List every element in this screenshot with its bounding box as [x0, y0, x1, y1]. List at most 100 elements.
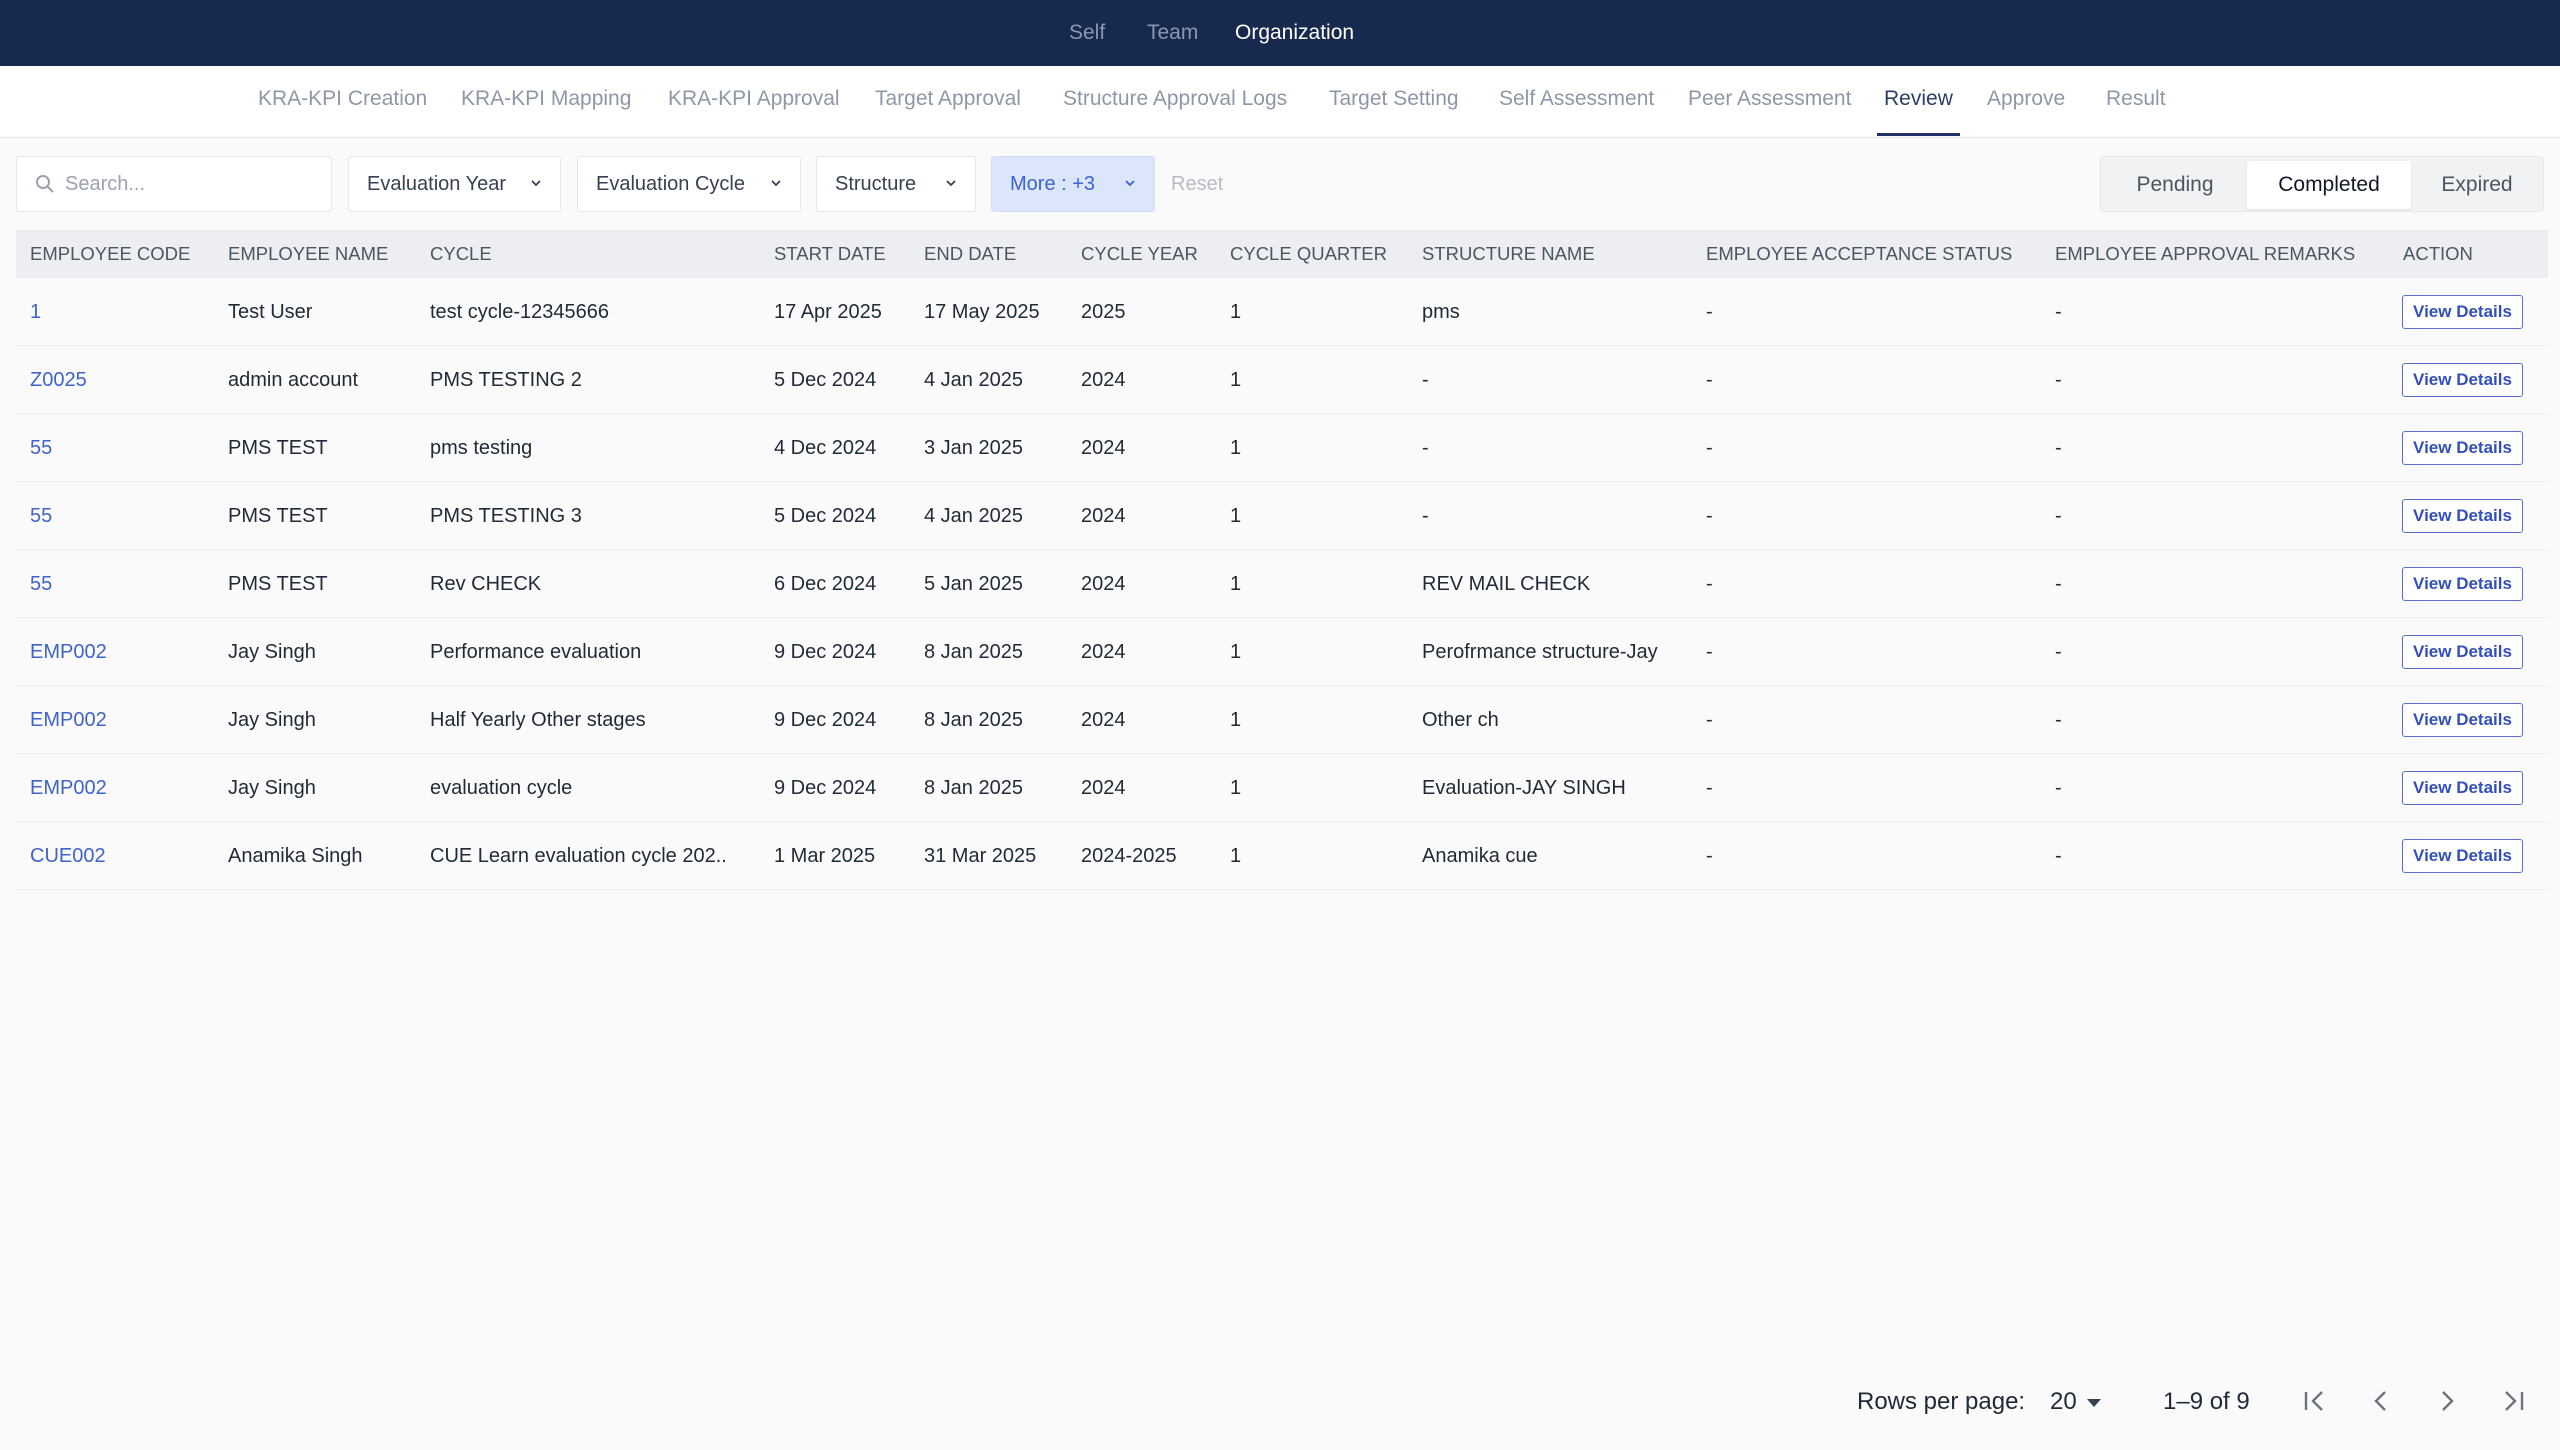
tab-target-approval[interactable]: Target Approval [875, 66, 1021, 138]
start-date: 9 Dec 2024 [774, 777, 877, 799]
last-page-icon[interactable] [2496, 1384, 2530, 1418]
tab-kra-kpi-approval[interactable]: KRA-KPI Approval [668, 66, 840, 138]
tab-self-assessment[interactable]: Self Assessment [1499, 66, 1654, 138]
column-header: EMPLOYEE ACCEPTANCE STATUS [1706, 243, 2013, 264]
acceptance-status: - [1706, 777, 1713, 799]
cycle-quarter: 1 [1230, 369, 1242, 391]
end-date: 3 Jan 2025 [924, 437, 1023, 459]
structure-name: Other ch [1422, 709, 1499, 731]
approval-remarks: - [2055, 437, 2062, 459]
tab-target-setting[interactable]: Target Setting [1329, 66, 1459, 138]
view-details-button[interactable]: View Details [2402, 567, 2523, 601]
column-header: CYCLE YEAR [1081, 243, 1198, 264]
view-details-button[interactable]: View Details [2402, 295, 2523, 329]
acceptance-status: - [1706, 573, 1713, 595]
evaluation-year-dropdown[interactable]: Evaluation Year [348, 156, 561, 212]
view-details-button[interactable]: View Details [2402, 771, 2523, 805]
start-date: 9 Dec 2024 [774, 709, 877, 731]
cycle: test cycle-12345666 [430, 301, 610, 323]
next-page-icon[interactable] [2430, 1384, 2464, 1418]
evaluation-cycle-dropdown[interactable]: Evaluation Cycle [577, 156, 801, 212]
view-details-button[interactable]: View Details [2402, 635, 2523, 669]
acceptance-status: - [1706, 505, 1713, 527]
end-date: 8 Jan 2025 [924, 641, 1023, 663]
tab-structure-approval-logs[interactable]: Structure Approval Logs [1063, 66, 1287, 138]
employee-code-link[interactable]: CUE002 [30, 822, 106, 890]
column-header: END DATE [924, 243, 1017, 264]
column-header: CYCLE QUARTER [1230, 243, 1387, 264]
end-date: 31 Mar 2025 [924, 845, 1037, 867]
approval-remarks: - [2055, 369, 2062, 391]
structure-name: - [1422, 369, 1429, 391]
employee-code-link[interactable]: 55 [30, 550, 52, 618]
status-tab-pending[interactable]: Pending [2105, 161, 2245, 209]
rows-per-page-label: Rows per page: [1857, 1388, 2026, 1415]
cycle-quarter: 1 [1230, 845, 1242, 867]
start-date: 4 Dec 2024 [774, 437, 877, 459]
end-date: 4 Jan 2025 [924, 505, 1023, 527]
cycle: Performance evaluation [430, 641, 642, 663]
tab-review[interactable]: Review [1877, 66, 1960, 138]
cycle-year: 2024 [1081, 369, 1126, 391]
top-nav-organization[interactable]: Organization [1235, 21, 1354, 45]
cycle-quarter: 1 [1230, 505, 1242, 527]
more-filters-dropdown[interactable]: More : +3 [991, 156, 1155, 212]
top-nav-self[interactable]: Self [1069, 21, 1105, 45]
reset-button[interactable]: Reset [1171, 156, 1223, 212]
cycle-year: 2024 [1081, 641, 1126, 663]
tab-kra-kpi-creation[interactable]: KRA-KPI Creation [258, 66, 427, 138]
employee-name: Test User [228, 301, 313, 323]
column-header: EMPLOYEE NAME [228, 243, 389, 264]
employee-name: Jay Singh [228, 777, 316, 799]
tab-kra-kpi-mapping[interactable]: KRA-KPI Mapping [461, 66, 631, 138]
structure-name: Perofrmance structure-Jay [1422, 641, 1658, 663]
approval-remarks: - [2055, 573, 2062, 595]
employee-code-link[interactable]: 55 [30, 482, 52, 550]
search-box[interactable]: Search... [16, 156, 332, 212]
employee-name: PMS TEST [228, 573, 328, 595]
cycle: pms testing [430, 437, 533, 459]
top-nav-bar: Self Team Organization [0, 0, 2560, 66]
view-details-button[interactable]: View Details [2402, 703, 2523, 737]
view-details-button[interactable]: View Details [2402, 431, 2523, 465]
chevron-down-icon [771, 180, 781, 187]
end-date: 17 May 2025 [924, 301, 1040, 323]
chevron-down-icon [1125, 180, 1135, 187]
cycle: evaluation cycle [430, 777, 573, 799]
evaluation-year-label: Evaluation Year [367, 172, 507, 195]
rows-per-page-select[interactable]: 20 [2050, 1382, 2101, 1422]
employee-code-link[interactable]: Z0025 [30, 346, 87, 414]
view-details-button[interactable]: View Details [2402, 839, 2523, 873]
end-date: 8 Jan 2025 [924, 709, 1023, 731]
view-details-button[interactable]: View Details [2402, 363, 2523, 397]
chevron-down-icon [946, 180, 956, 187]
first-page-icon[interactable] [2298, 1384, 2332, 1418]
status-tab-expired[interactable]: Expired [2413, 161, 2541, 209]
status-tabs: Pending Completed Expired [2100, 156, 2544, 212]
column-header: EMPLOYEE CODE [30, 243, 191, 264]
employee-code-link[interactable]: EMP002 [30, 618, 107, 686]
cycle-year: 2024 [1081, 437, 1126, 459]
view-details-button[interactable]: View Details [2402, 499, 2523, 533]
status-tab-completed[interactable]: Completed [2247, 161, 2411, 209]
acceptance-status: - [1706, 437, 1713, 459]
module-tabs: KRA-KPI Creation KRA-KPI Mapping KRA-KPI… [0, 66, 2560, 138]
acceptance-status: - [1706, 301, 1713, 323]
employee-code-link[interactable]: EMP002 [30, 754, 107, 822]
structure-name: - [1422, 505, 1429, 527]
top-nav: Self Team Organization [0, 0, 2560, 66]
top-nav-team[interactable]: Team [1147, 21, 1198, 45]
structure-dropdown[interactable]: Structure [816, 156, 976, 212]
employee-code-link[interactable]: 1 [30, 278, 41, 346]
tab-result[interactable]: Result [2106, 66, 2166, 138]
previous-page-icon[interactable] [2364, 1384, 2398, 1418]
tab-peer-assessment[interactable]: Peer Assessment [1688, 66, 1851, 138]
employee-code-link[interactable]: EMP002 [30, 686, 107, 754]
cycle: PMS TESTING 3 [430, 505, 582, 527]
column-header: EMPLOYEE APPROVAL REMARKS [2055, 243, 2356, 264]
structure-name: - [1422, 437, 1429, 459]
tab-approve[interactable]: Approve [1987, 66, 2065, 138]
table-row: 55 PMS TEST Rev CHECK 6 Dec 2024 5 Jan 2… [16, 550, 2548, 618]
employee-code-link[interactable]: 55 [30, 414, 52, 482]
table-row: 1 Test User test cycle-12345666 17 Apr 2… [16, 278, 2548, 346]
